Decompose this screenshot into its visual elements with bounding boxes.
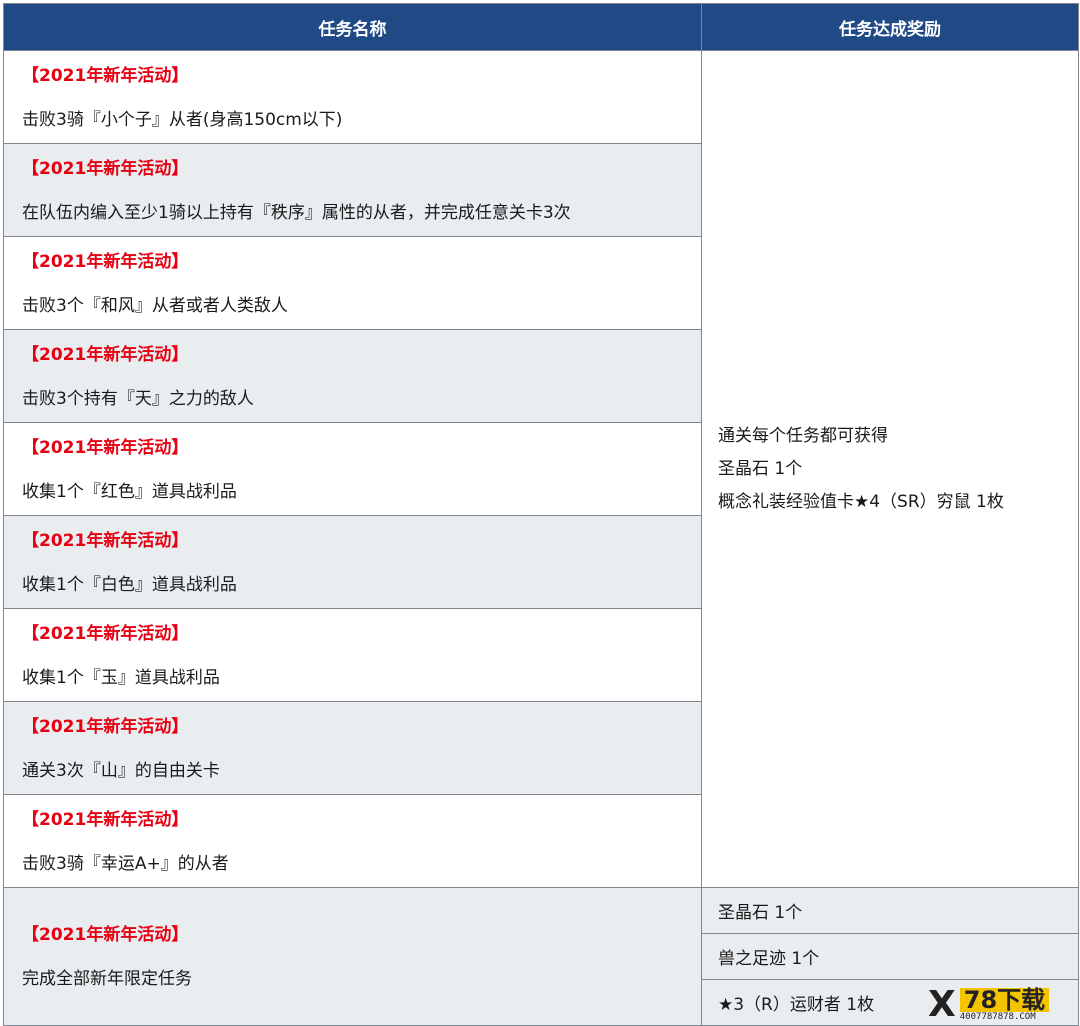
final-task-cell: 【2021年新年活动】 完成全部新年限定任务 <box>3 887 702 1026</box>
task-description: 击败3骑『小个子』从者(身高150cm以下) <box>22 110 343 130</box>
event-tag: 【2021年新年活动】 <box>22 717 189 737</box>
task-description: 击败3个『和风』从者或者人类敌人 <box>22 296 288 316</box>
task-description: 通关3次『山』的自由关卡 <box>22 761 220 781</box>
task-description: 收集1个『玉』道具战利品 <box>22 668 220 688</box>
task-reward-table: 任务名称 任务达成奖励 【2021年新年活动】 击败3骑『小个子』从者(身高15… <box>3 3 1079 1026</box>
task-cell: 【2021年新年活动】 收集1个『红色』道具战利品 <box>3 422 702 516</box>
event-tag: 【2021年新年活动】 <box>22 345 189 365</box>
task-description: 击败3骑『幸运A+』的从者 <box>22 854 229 874</box>
event-tag: 【2021年新年活动】 <box>22 252 189 272</box>
site-watermark-logo: X 78下载 4007787878.COM <box>928 986 1076 1024</box>
task-cell: 【2021年新年活动】 击败3骑『幸运A+』的从者 <box>3 794 702 888</box>
task-cell: 【2021年新年活动】 在队伍内编入至少1骑以上持有『秩序』属性的从者，并完成任… <box>3 143 702 237</box>
table-row: 【2021年新年活动】 击败3骑『小个子』从者(身高150cm以下) 通关每个任… <box>3 50 1079 888</box>
watermark-title: 78下载 <box>959 987 1050 1012</box>
table-row-final: 【2021年新年活动】 完成全部新年限定任务 圣晶石 1个 <box>3 887 1079 1026</box>
task-cell: 【2021年新年活动】 收集1个『白色』道具战利品 <box>3 515 702 609</box>
task-cell: 【2021年新年活动】 收集1个『玉』道具战利品 <box>3 608 702 702</box>
task-cell: 【2021年新年活动】 击败3个持有『天』之力的敌人 <box>3 329 702 423</box>
watermark-site: 4007787878.COM <box>959 1011 1036 1022</box>
task-description: 收集1个『白色』道具战利品 <box>22 575 237 595</box>
event-tag: 【2021年新年活动】 <box>22 624 189 644</box>
event-tag: 【2021年新年活动】 <box>22 159 189 179</box>
task-cell: 【2021年新年活动】 击败3个『和风』从者或者人类敌人 <box>3 236 702 330</box>
event-tag: 【2021年新年活动】 <box>22 438 189 458</box>
event-tag: 【2021年新年活动】 <box>22 810 189 830</box>
watermark-x-icon: X <box>928 984 956 1025</box>
reward-line: 圣晶石 1个 <box>718 459 803 479</box>
task-description: 在队伍内编入至少1骑以上持有『秩序』属性的从者，并完成任意关卡3次 <box>22 203 571 223</box>
event-tag: 【2021年新年活动】 <box>22 924 189 945</box>
shared-reward-cell: 通关每个任务都可获得 圣晶石 1个 概念礼装经验值卡★4（SR）穷鼠 1枚 <box>701 50 1079 888</box>
task-description: 完成全部新年限定任务 <box>22 968 192 989</box>
header-task-name: 任务名称 <box>3 3 702 51</box>
table-header-row: 任务名称 任务达成奖励 <box>3 3 1079 51</box>
reward-line: 通关每个任务都可获得 <box>718 426 888 446</box>
event-tag: 【2021年新年活动】 <box>22 66 189 86</box>
event-tag: 【2021年新年活动】 <box>22 531 189 551</box>
task-cell: 【2021年新年活动】 击败3骑『小个子』从者(身高150cm以下) <box>3 50 702 144</box>
task-description: 收集1个『红色』道具战利品 <box>22 482 237 502</box>
task-description: 击败3个持有『天』之力的敌人 <box>22 389 254 409</box>
reward-line: 概念礼装经验值卡★4（SR）穷鼠 1枚 <box>718 492 1004 512</box>
final-reward-cell: 兽之足迹 1个 <box>701 933 1079 980</box>
header-task-reward: 任务达成奖励 <box>701 3 1079 51</box>
final-reward-cell: 圣晶石 1个 <box>701 887 1079 934</box>
task-cell: 【2021年新年活动】 通关3次『山』的自由关卡 <box>3 701 702 795</box>
